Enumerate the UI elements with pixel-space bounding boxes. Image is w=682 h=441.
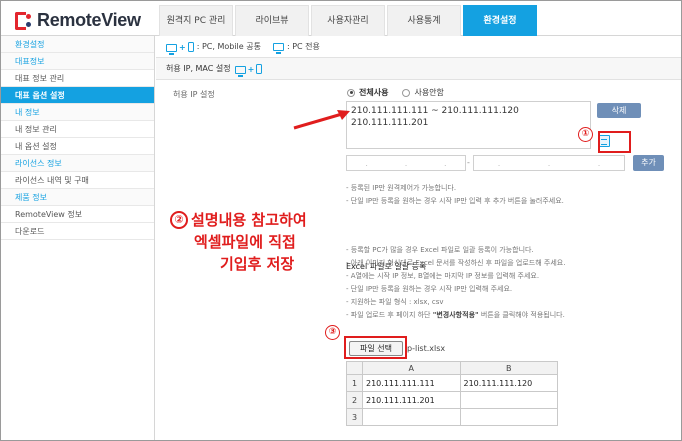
sidebar: 환경설정 대표정보 대표 정보 관리 대표 옵션 설정 내 정보 내 정보 관리… (1, 36, 155, 440)
section-title: 허용 IP, MAC 설정 (166, 64, 231, 73)
pc-only-icon (272, 42, 284, 54)
sidebar-section-rep-info[interactable]: 대표정보 (1, 53, 154, 70)
radio-checked-icon (347, 88, 355, 97)
table-row: 1 210.111.111.111 210.111.111.120 (346, 374, 558, 392)
start-ip-input[interactable]: ... (346, 155, 466, 171)
row-number: 3 (346, 408, 363, 426)
top-header: RemoteView 원격지 PC 관리 라이브뷰 사용자관리 사용통계 환경설… (1, 1, 681, 36)
excel-note-apply: - 파일 업로드 후 페이지 하단 "변경사항적용" 버튼을 클릭해야 적용됩니… (346, 311, 565, 319)
excel-note: - 단일 IP만 등록을 원하는 경우 시작 IP만 입력해 주세요. (346, 285, 513, 293)
instruction-line: 설명내용 참고하여 (191, 211, 307, 229)
instruction-line: 기입후 저장 (220, 255, 295, 273)
tab-liveview[interactable]: 라이브뷰 (235, 5, 309, 36)
cell-start-ip (362, 408, 461, 426)
cell-end-ip (459, 408, 558, 426)
sidebar-item-download[interactable]: 다운로드 (1, 223, 154, 240)
excel-sample-sheet: A B 1 210.111.111.111 210.111.111.120 2 … (346, 361, 558, 426)
marker-1: ① (578, 127, 593, 142)
radio-use-all[interactable]: 전체사용 (347, 87, 388, 98)
tab-remote-pc[interactable]: 원격지 PC 관리 (159, 5, 233, 36)
marker-3: ③ (325, 325, 340, 340)
add-button[interactable]: 추가 (633, 155, 664, 171)
pc-mobile-icon: + (234, 63, 263, 77)
sidebar-item-license-purchase[interactable]: 라이선스 내역 및 구매 (1, 172, 154, 189)
allowed-ip-label: 허용 IP 설정 (173, 90, 215, 99)
table-row: 3 (346, 408, 558, 426)
highlight-file-button-box (344, 336, 407, 359)
excel-note: - A열에는 시작 IP 정보, B열에는 마지막 IP 정보를 입력해 주세요… (346, 272, 540, 280)
cell-end-ip (459, 391, 558, 409)
selected-file-name: p-list.xlsx (407, 344, 446, 353)
ip-range-dash: - (467, 158, 470, 167)
cell-start-ip: 210.111.111.201 (362, 391, 461, 409)
logo[interactable]: RemoteView (15, 10, 141, 31)
cell-start-ip: 210.111.111.111 (362, 374, 461, 392)
ip-note: - 단일 IP만 등록을 원하는 경우 시작 IP만 입력 후 추가 버튼을 눌… (346, 197, 564, 205)
sidebar-item-my-options[interactable]: 내 옵션 설정 (1, 138, 154, 155)
cell-end-ip: 210.111.111.120 (459, 374, 558, 392)
ip-entry[interactable]: 210.111.111.201 (351, 117, 586, 129)
sidebar-section-my-info[interactable]: 내 정보 (1, 104, 154, 121)
table-row: 2 210.111.111.201 (346, 391, 558, 409)
excel-note: - 아래 이미지 형식대로 Excel 문서를 작성하신 후 파일을 업로드해 … (346, 259, 566, 267)
sidebar-section-license[interactable]: 라이선스 정보 (1, 155, 154, 172)
tab-users[interactable]: 사용자관리 (311, 5, 385, 36)
excel-note: - 지원하는 파일 형식 : xlsx, csv (346, 298, 444, 306)
tab-settings[interactable]: 환경설정 (463, 5, 537, 36)
instruction-line: 엑셀파일에 직접 (194, 233, 296, 251)
instruction-callout: ② 설명내용 참고하여 엑셀파일에 직접 기입후 저장 (170, 209, 307, 275)
radio-not-use[interactable]: 사용안함 (402, 87, 444, 98)
sheet-column-header: A (362, 361, 461, 375)
allowed-ip-list[interactable]: 210.111.111.111 ~ 210.111.111.120 210.11… (346, 101, 591, 149)
pc-mobile-icon: + (166, 41, 194, 55)
sheet-header-row: A B (346, 361, 558, 375)
sidebar-item-remoteview-info[interactable]: RemoteView 정보 (1, 206, 154, 223)
section-title-bar: 허용 IP, MAC 설정 + (156, 58, 681, 80)
excel-note: - 등록할 PC가 많을 경우 Excel 파일로 일괄 등록이 가능합니다. (346, 246, 534, 254)
delete-button[interactable]: 삭제 (597, 103, 641, 118)
end-ip-input[interactable]: ... (473, 155, 625, 171)
ip-usage-radios: 전체사용 사용안함 (347, 87, 444, 98)
sheet-corner-cell (346, 361, 363, 375)
ip-note: - 등록된 IP만 원격제어가 가능합니다. (346, 184, 457, 192)
row-number: 2 (346, 391, 363, 409)
tab-stats[interactable]: 사용통계 (387, 5, 461, 36)
main-nav: 원격지 PC 관리 라이브뷰 사용자관리 사용통계 환경설정 (159, 5, 539, 36)
sidebar-section-settings[interactable]: 환경설정 (1, 36, 154, 53)
highlight-upload-box (598, 131, 631, 153)
radio-unchecked-icon (402, 88, 411, 97)
sidebar-item-rep-info-manage[interactable]: 대표 정보 관리 (1, 70, 154, 87)
sidebar-item-my-info-manage[interactable]: 내 정보 관리 (1, 121, 154, 138)
pointer-arrow-icon (293, 110, 350, 130)
remoteview-logo-icon (15, 11, 33, 30)
ip-entry[interactable]: 210.111.111.111 ~ 210.111.111.120 (351, 105, 586, 117)
marker-2: ② (170, 211, 188, 229)
sheet-column-header: B (459, 361, 558, 375)
legend-common-label: : PC, Mobile 공통 (196, 42, 261, 51)
sidebar-section-product[interactable]: 제품 정보 (1, 189, 154, 206)
device-legend: + : PC, Mobile 공통 : PC 전용 (156, 36, 681, 58)
legend-pc-label: : PC 전용 (286, 42, 320, 51)
logo-text: RemoteView (37, 10, 141, 30)
row-number: 1 (346, 374, 363, 392)
sidebar-item-rep-options[interactable]: 대표 옵션 설정 (1, 87, 154, 104)
